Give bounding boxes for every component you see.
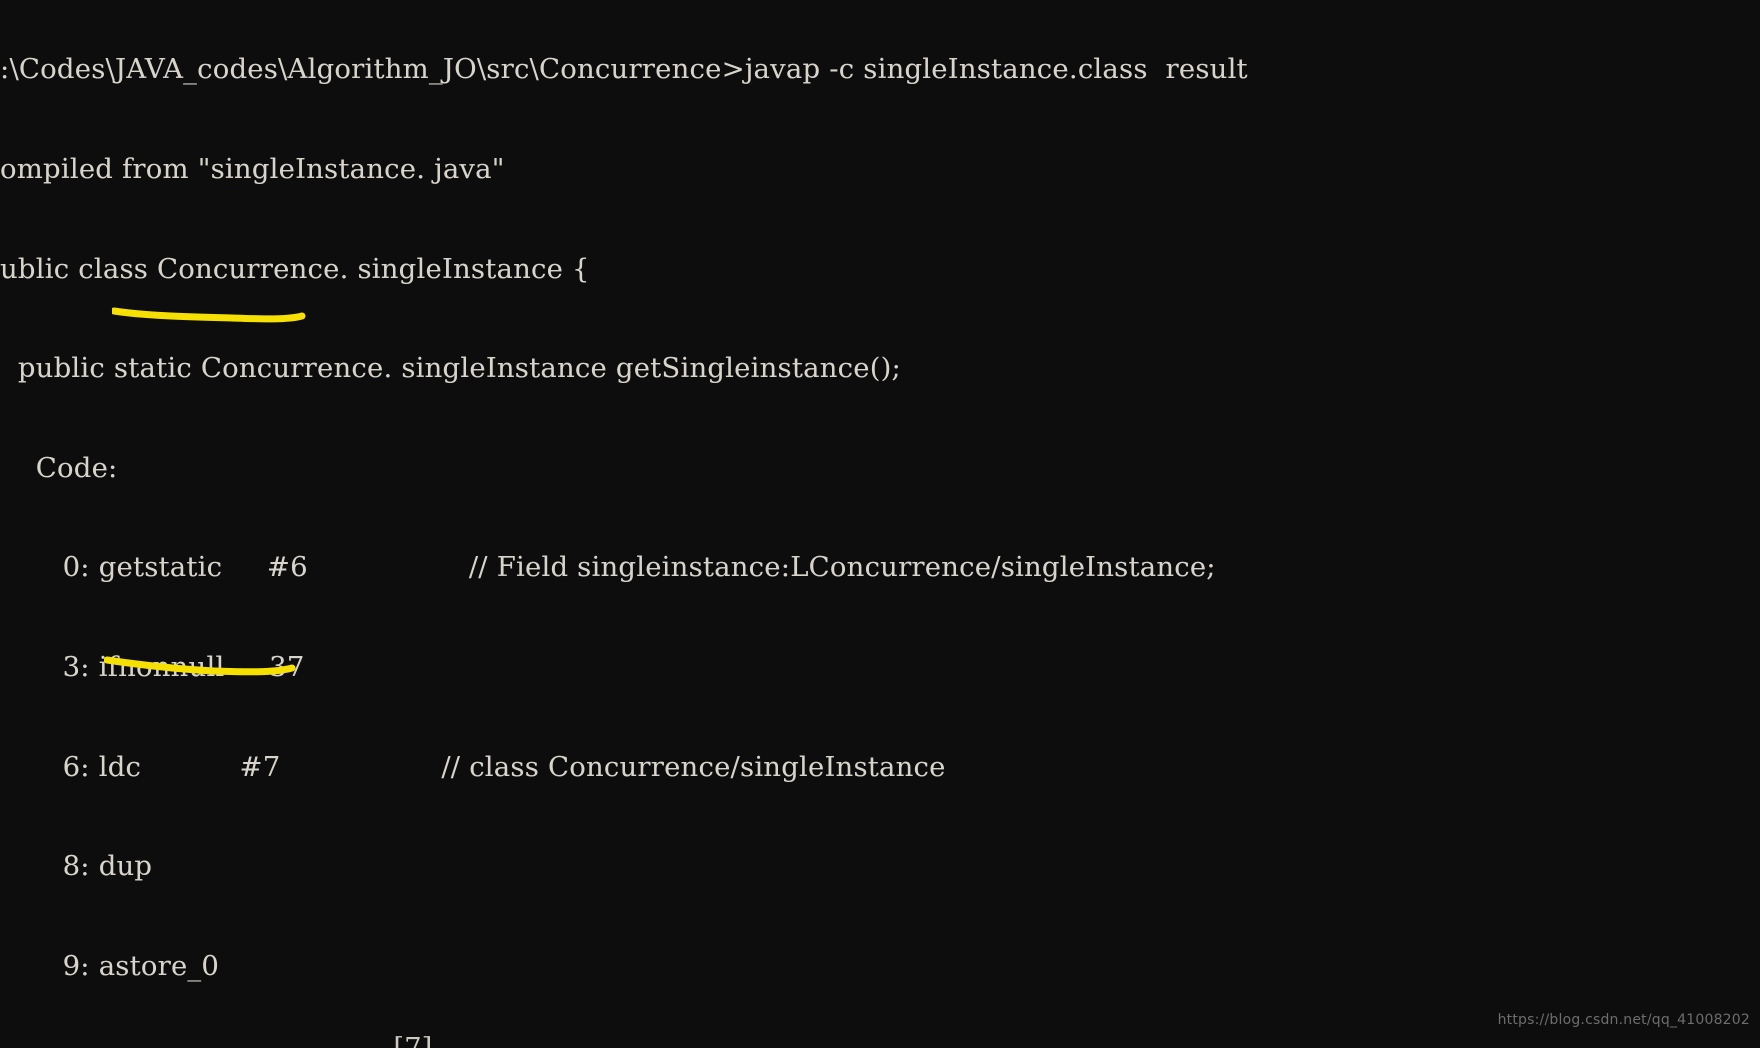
terminal-line: public static Concurrence. singleInstanc… [0, 352, 902, 385]
terminal-line: ompiled from "singleInstance. java" [0, 153, 505, 185]
terminal-window: :\Codes\JAVA_codes\Algorithm_JO\src\Conc… [0, 0, 1760, 1048]
terminal-line: ublic class Concurrence. singleInstance … [0, 252, 590, 285]
terminal-line: 8: dup [0, 850, 153, 883]
watermark-text: https://blog.csdn.net/qq_41008202 [1497, 1012, 1750, 1028]
terminal-output[interactable]: :\Codes\JAVA_codes\Algorithm_JO\src\Conc… [0, 0, 1760, 1048]
terminal-line: 6: ldc #7 // class Concurrence/singleIns… [0, 750, 946, 783]
terminal-bottom-partial-line: [7] [0, 1031, 433, 1048]
terminal-line: 9: astore_0 [0, 949, 220, 982]
terminal-prompt-line: :\Codes\JAVA_codes\Algorithm_JO\src\Conc… [0, 53, 1248, 86]
terminal-line: Code: [0, 451, 118, 484]
terminal-line: 3: ifnonnull 37 [0, 650, 305, 683]
terminal-line: 0: getstatic #6 // Field singleinstance:… [0, 551, 1216, 584]
